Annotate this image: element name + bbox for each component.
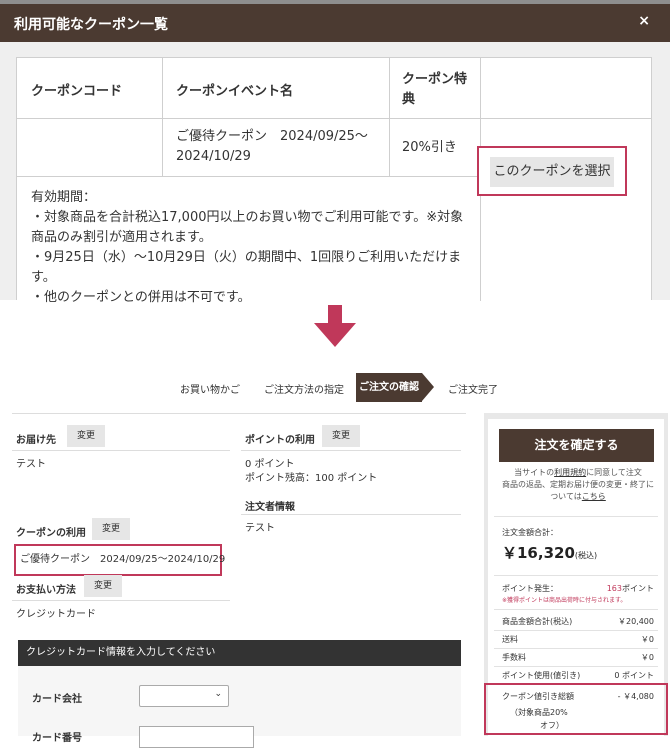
summary-divider: [494, 666, 658, 667]
summary-row-label: 商品金額合計(税込): [502, 617, 573, 626]
confirm-order-button[interactable]: 注文を確定する: [499, 429, 654, 462]
change-points-button[interactable]: 変更: [322, 425, 360, 447]
points-value: 0 ポイント: [245, 459, 295, 470]
summary-divider: [494, 516, 658, 517]
summary-divider: [494, 609, 658, 610]
summary-row-label: 送料: [502, 635, 518, 644]
summary-row-label: 手数料: [502, 653, 526, 662]
summary-row-value: 0 ポイント: [614, 671, 654, 680]
details-link[interactable]: こちら: [582, 492, 606, 501]
coupon-validity: 有効期間： ・対象商品を合計税込17,000円以上のお買い物でご利用可能です。※…: [31, 190, 464, 305]
coupon-benefit: 20%引き: [402, 140, 457, 155]
modal-title: 利用可能なクーポン一覧: [14, 17, 168, 33]
orderer-label: 注文者情報: [245, 502, 295, 513]
total-amount: ￥16,320(税込): [502, 544, 598, 562]
points-gain: 163ポイント: [606, 584, 654, 593]
checkout-steps: お買い物かご ご注文方法の指定 ご注文の確認 ご注文完了: [0, 373, 670, 403]
total-label: 注文金額合計：: [502, 528, 558, 537]
section-divider: [241, 450, 461, 451]
step-confirm-arrow: [422, 373, 434, 401]
card-company-select[interactable]: ⌄: [139, 685, 229, 707]
step-cart: お買い物かご: [180, 385, 240, 396]
coupon-event-name: ご優待クーポン 2024/09/25〜 2024/10/29: [176, 129, 368, 164]
table-divider: [162, 58, 163, 176]
summary-row-label: ポイント使用(値引き): [502, 671, 581, 680]
coupon-modal: 利用可能なクーポン一覧 × クーポンコード クーポンイベント名 クーポン特 典 …: [0, 0, 670, 305]
payment-value: クレジットカード: [16, 609, 96, 620]
orderer-value: テスト: [245, 523, 275, 534]
arrow-down-icon-head: [314, 323, 356, 347]
delivery-value: テスト: [16, 459, 46, 470]
panel-border: [12, 413, 466, 414]
chevron-down-icon: ⌄: [214, 689, 222, 699]
modal-header: 利用可能なクーポン一覧 ×: [0, 4, 670, 42]
summary-divider: [494, 575, 658, 576]
card-number-label: カード番号: [32, 733, 82, 744]
summary-row-value: ￥0: [640, 635, 654, 644]
change-payment-button[interactable]: 変更: [84, 575, 122, 597]
coupon-discount-highlight: [484, 683, 668, 735]
step-method: ご注文方法の指定: [264, 385, 344, 396]
summary-divider: [494, 630, 658, 631]
change-delivery-button[interactable]: 変更: [67, 425, 105, 447]
close-icon[interactable]: ×: [638, 13, 650, 29]
summary-row-value: ￥0: [640, 653, 654, 662]
credit-card-header: クレジットカード情報を入力してください: [18, 640, 461, 666]
points-gain-label: ポイント発生：: [502, 584, 558, 593]
points-label: ポイントの利用: [245, 435, 315, 446]
card-number-input[interactable]: [139, 726, 254, 748]
col-header-benefit: クーポン特 典: [402, 72, 468, 107]
terms-text: 当サイトの利用規約に同意して注文 商品の返品、定期お届け便の変更・終了に ついて…: [502, 468, 654, 501]
arrow-down-icon: [328, 305, 342, 325]
points-note: ※獲得ポイントは商品出荷時に付与されます。: [502, 597, 627, 604]
payment-label: お支払い方法: [16, 585, 76, 596]
section-divider: [241, 514, 461, 515]
section-divider: [12, 450, 230, 451]
coupon-label: クーポンの利用: [16, 528, 86, 539]
applied-coupon: ご優待クーポン 2024/09/25〜2024/10/29: [14, 544, 225, 576]
summary-divider: [494, 648, 658, 649]
summary-row-value: ￥20,400: [618, 617, 654, 626]
section-divider: [12, 600, 230, 601]
change-coupon-button[interactable]: 変更: [92, 518, 130, 540]
points-balance: ポイント残高：100 ポイント: [245, 473, 378, 484]
terms-link[interactable]: 利用規約: [554, 468, 586, 477]
table-divider: [17, 118, 651, 119]
card-company-label: カード会社: [32, 694, 82, 705]
step-done: ご注文完了: [448, 385, 498, 396]
table-divider: [17, 176, 480, 177]
step-confirm: ご注文の確認: [356, 373, 422, 402]
delivery-label: お届け先: [16, 435, 56, 446]
table-divider: [389, 58, 390, 176]
order-details: お届け先 変更 テスト ポイントの利用 変更 0 ポイント ポイント残高：100…: [12, 413, 466, 748]
select-coupon-highlight: このクーポンを選択: [477, 146, 627, 196]
col-header-code: クーポンコード: [31, 84, 123, 99]
select-coupon-button[interactable]: このクーポンを選択: [490, 157, 614, 187]
col-header-event: クーポンイベント名: [176, 84, 294, 99]
